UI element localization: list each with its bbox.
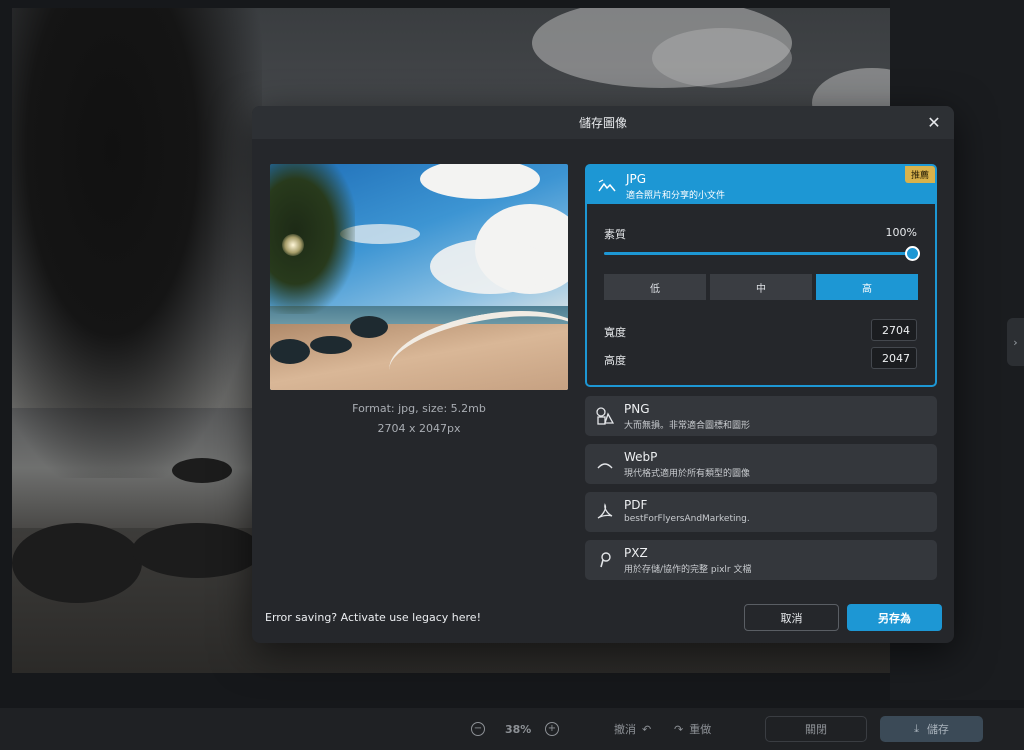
- side-panel-toggle[interactable]: ›: [1007, 318, 1024, 366]
- shapes-icon: [595, 407, 615, 425]
- quality-low-button[interactable]: 低: [604, 274, 706, 300]
- save-as-button[interactable]: 另存為: [847, 604, 942, 631]
- format-description: 用於存儲/協作的完整 pixlr 文檔: [624, 565, 752, 575]
- chevron-right-icon: ›: [1013, 335, 1018, 349]
- undo-icon: ↶: [642, 722, 652, 736]
- format-option-pxz[interactable]: PXZ 用於存儲/協作的完整 pixlr 文檔: [585, 540, 937, 580]
- height-label: 高度: [604, 354, 626, 367]
- quality-medium-button[interactable]: 中: [710, 274, 812, 300]
- zoom-out-icon: −: [471, 722, 485, 736]
- format-name: PNG: [624, 402, 650, 416]
- format-description: bestForFlyersAndMarketing.: [624, 514, 750, 524]
- redo-icon: ↷: [674, 722, 684, 736]
- recommended-badge: 推薦: [904, 166, 935, 183]
- quality-slider-fill: [604, 252, 914, 255]
- save-button[interactable]: ⤓ 儲存: [880, 716, 983, 742]
- format-description: 適合照片和分享的小文件: [626, 191, 726, 201]
- format-info: Format: jpg, size: 5.2mb 2704 x 2047px: [270, 399, 568, 439]
- download-icon: ⤓: [914, 722, 919, 735]
- quality-slider-thumb[interactable]: [905, 246, 920, 261]
- format-option-pdf[interactable]: PDF bestForFlyersAndMarketing.: [585, 492, 937, 532]
- format-description: 現代格式適用於所有類型的圖像: [624, 469, 751, 479]
- format-option-png[interactable]: PNG 大而無損。非常適合圖標和圖形: [585, 396, 937, 436]
- close-icon[interactable]: ✕: [925, 113, 943, 132]
- cancel-button[interactable]: 取消: [744, 604, 839, 631]
- mountain-icon: [597, 177, 617, 195]
- quality-high-button[interactable]: 高: [816, 274, 918, 300]
- close-button[interactable]: 關閉: [765, 716, 867, 742]
- format-name: JPG: [626, 172, 647, 186]
- height-field[interactable]: 2047: [871, 347, 917, 369]
- save-label: 儲存: [926, 723, 949, 736]
- dimension-text: 2704 x 2047px: [377, 422, 461, 435]
- quality-slider[interactable]: [604, 252, 914, 255]
- format-name: WebP: [624, 450, 658, 464]
- format-size-text: Format: jpg, size: 5.2mb: [352, 402, 486, 415]
- pdf-icon: [595, 503, 615, 521]
- pxz-icon: [595, 551, 615, 569]
- image-preview: [270, 164, 568, 390]
- undo-label: 撤消: [614, 723, 636, 736]
- format-option-webp[interactable]: WebP 現代格式適用於所有類型的圖像: [585, 444, 937, 484]
- zoom-level: 38%: [505, 722, 532, 736]
- format-description: 大而無損。非常適合圖標和圖形: [624, 421, 751, 431]
- width-label: 寬度: [604, 326, 626, 339]
- dialog-title: 儲存圖像: [578, 116, 627, 130]
- zoom-in-button[interactable]: +: [545, 716, 559, 742]
- save-image-dialog: 儲存圖像 ✕ Format: jpg, size: 5.2mb 2704 x 2…: [252, 106, 954, 643]
- close-label: 關閉: [805, 723, 827, 736]
- webp-icon: [595, 455, 615, 473]
- redo-label: 重做: [689, 723, 712, 736]
- width-field[interactable]: 2704: [871, 319, 917, 341]
- format-header-jpg[interactable]: JPG 適合照片和分享的小文件 推薦: [587, 166, 935, 204]
- quality-label: 素質: [604, 228, 626, 241]
- zoom-in-icon: +: [545, 722, 559, 736]
- format-option-jpg[interactable]: JPG 適合照片和分享的小文件 推薦 素質 100% 低 中 高 寬度 2704…: [585, 164, 937, 387]
- quality-value: 100%: [885, 226, 917, 239]
- zoom-out-button[interactable]: −: [471, 716, 485, 742]
- redo-button[interactable]: ↷ 重做: [674, 716, 711, 742]
- format-name: PXZ: [624, 546, 648, 560]
- dialog-header: 儲存圖像 ✕: [252, 106, 954, 139]
- bottom-toolbar: − 38% + 撤消 ↶ ↷ 重做 關閉 ⤓ 儲存: [0, 708, 1024, 750]
- legacy-save-link[interactable]: Error saving? Activate use legacy here!: [265, 611, 481, 624]
- format-name: PDF: [624, 498, 648, 512]
- undo-button[interactable]: 撤消 ↶: [614, 716, 651, 742]
